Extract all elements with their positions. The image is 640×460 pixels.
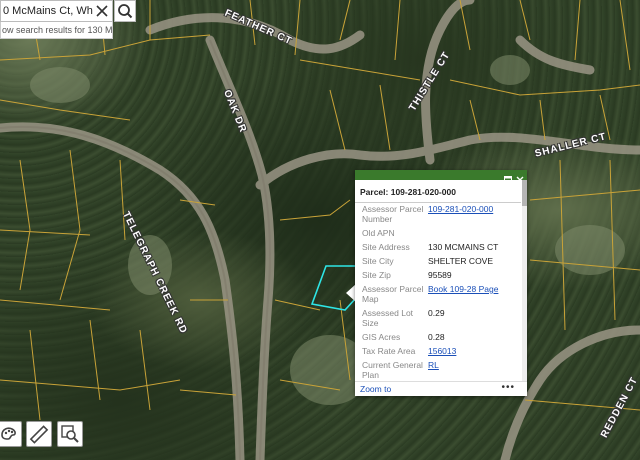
attribute-label: Current General Plan [362, 360, 423, 380]
clear-search-button[interactable] [94, 3, 110, 19]
attribute-value-cell [426, 226, 500, 240]
search-widget: ow search results for 130 Mc... [0, 0, 136, 40]
measure-icon [29, 425, 49, 444]
attribute-label: Old APN [362, 228, 395, 238]
zoom-to-link[interactable]: Zoom to [360, 384, 391, 394]
attribute-row: Site Zip 95589 [360, 268, 500, 282]
search-button[interactable] [114, 0, 136, 22]
attribute-value-link[interactable]: 156013 [428, 346, 456, 356]
attribute-value-cell: SHELTER COVE [426, 254, 500, 268]
attribute-value: 95589 [428, 270, 452, 280]
attribute-label: Assessor Parcel Number [362, 204, 424, 224]
search-suggestion[interactable]: ow search results for 130 Mc... [0, 22, 113, 39]
parcel-search-button[interactable] [57, 421, 83, 447]
popup-scrollbar[interactable] [522, 180, 527, 382]
attribute-row: Site Address 130 MCMAINS CT [360, 240, 500, 254]
map-overlay [0, 0, 640, 460]
close-icon [96, 5, 108, 17]
attribute-label: Site City [362, 256, 394, 266]
attribute-label: Site Address [362, 242, 410, 252]
attribute-row: Assessor Parcel Map Book 109-28 Page [360, 282, 500, 306]
attribute-row: Assessed Lot Size 0.29 [360, 306, 500, 330]
more-actions-button[interactable]: ••• [501, 382, 515, 393]
attribute-row: GIS Acres 0.28 [360, 330, 500, 344]
popup-close-button[interactable] [516, 171, 524, 184]
attribute-value-cell: 109-281-020-000 [426, 202, 500, 226]
attribute-value-cell: RL [426, 358, 500, 382]
attribute-value-cell: 130 MCMAINS CT [426, 240, 500, 254]
attribute-row: Assessor Parcel Number 109-281-020-000 [360, 202, 500, 226]
attribute-label: Site Zip [362, 270, 391, 280]
attribute-value-cell: 0.29 [426, 306, 500, 330]
popup-title: Parcel: 109-281-020-000 [355, 180, 521, 203]
popup-maximize-button[interactable] [504, 171, 512, 184]
parcel-popup: Parcel: 109-281-020-000 Assessor Parcel … [355, 170, 527, 396]
attribute-value: 130 MCMAINS CT [428, 242, 499, 252]
search-icon [118, 4, 133, 19]
search-box [0, 0, 113, 22]
attribute-row: Current General Plan RL [360, 358, 500, 382]
attribute-label: Assessed Lot Size [362, 308, 414, 328]
maximize-icon [504, 176, 512, 184]
popup-header [355, 170, 527, 184]
attribute-label: Tax Rate Area [362, 346, 416, 356]
popup-body: Assessor Parcel Number 109-281-020-000 Old… [355, 202, 521, 382]
attribute-row: Old APN [360, 226, 500, 240]
search-input[interactable] [1, 1, 95, 21]
popup-footer: Zoom to ••• [355, 381, 527, 396]
attribute-value-cell: 95589 [426, 268, 500, 282]
scroll-thumb[interactable] [522, 180, 527, 206]
attribute-value-cell: Book 109-28 Page [426, 282, 500, 306]
parcel-search-icon [61, 425, 79, 443]
attribute-label: Assessor Parcel Map [362, 284, 424, 304]
basemap-gallery-icon [1, 427, 16, 440]
attribute-value: 0.29 [428, 308, 445, 318]
attribute-label: GIS Acres [362, 332, 401, 342]
attribute-value-cell: 0.28 [426, 330, 500, 344]
attribute-row: Site City SHELTER COVE [360, 254, 500, 268]
attribute-value-link[interactable]: Book 109-28 Page [428, 284, 498, 294]
attribute-table: Assessor Parcel Number 109-281-020-000 Old… [360, 202, 500, 382]
attribute-row: Tax Rate Area 156013 [360, 344, 500, 358]
attribute-value-link[interactable]: RL [428, 360, 439, 370]
basemap-gallery-button[interactable] [0, 421, 22, 447]
attribute-value: SHELTER COVE [428, 256, 494, 266]
aerial-map[interactable]: FEATHER CT THISTLE CT OAK DR SHALLER CT … [0, 0, 640, 460]
measure-button[interactable] [26, 421, 52, 447]
attribute-value-link[interactable]: 109-281-020-000 [428, 204, 493, 214]
attribute-value: 0.28 [428, 332, 445, 342]
attribute-value-cell: 156013 [426, 344, 500, 358]
